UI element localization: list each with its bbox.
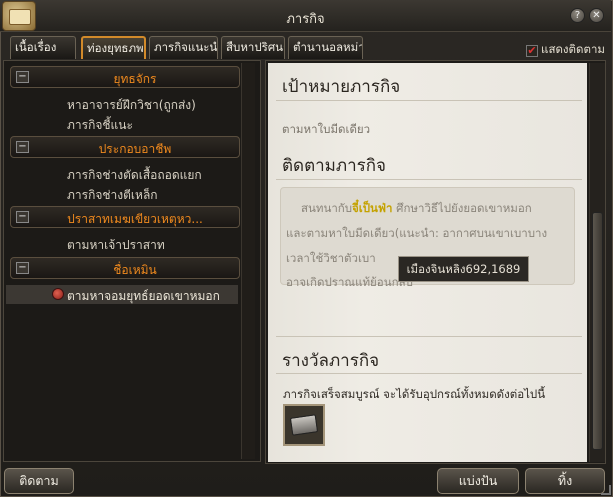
category-profession[interactable]: − ประกอบอาชีพ [10,136,240,158]
quest-item[interactable]: ตามหาเจ้าปราสาท [67,236,165,255]
divider [276,179,582,180]
checkmark-icon[interactable]: ✔ [526,45,539,57]
description-line-1: สนทนากับจี๋เป็นฟ่า ศึกษาวิธีไปยังยอดเขาห… [301,200,532,218]
divider [276,373,582,374]
resize-handle[interactable] [601,485,611,495]
track-heading: ติดตามภารกิจ [282,156,387,176]
track-button[interactable]: ติดตาม [4,468,74,494]
show-tracking-toggle[interactable]: ✔ แสดงติดตาม [526,41,605,59]
help-button[interactable]: ? [570,8,585,23]
abandon-button[interactable]: ทิ้ง [525,468,605,494]
goal-heading: เป้าหมายภารกิจ [282,77,401,97]
category-label: ปราสาทเมฆเขียวเหตุหว... [67,212,203,226]
divider [276,100,582,101]
category-wuxia[interactable]: − ยุทธจักร [10,66,240,88]
collapse-icon[interactable]: − [16,211,29,223]
reward-heading: รางวัลภารกิจ [282,351,380,371]
collapse-icon[interactable]: − [16,71,29,83]
show-tracking-label: แสดงติดตาม [541,42,605,56]
goal-text: ตามหาใบมีดเดียว [282,122,371,136]
quest-item-selected[interactable]: ตามหาจอมยุทธ์ยอดเขาหมอก [6,285,238,304]
divider [276,336,582,337]
category-castle[interactable]: − ปราสาทเมฆเขียวเหตุหว... [10,206,240,228]
collapse-icon[interactable]: − [16,141,29,153]
category-reputation[interactable]: − ชื่อเหมิน [10,257,240,279]
tab-mystery[interactable]: สืบหาปริศนา [221,36,285,59]
description-text: ศึกษาวิธีไปยังยอดเขาหมอก [392,201,532,215]
window-title: ภารกิจ [286,12,325,27]
tab-bar: เนื้อเรื่อง ท่องยุทธภพ ภารกิจแนะนำ สืบหา… [0,33,611,59]
close-button[interactable]: ✕ [589,8,604,23]
tab-story[interactable]: เนื้อเรื่อง [10,36,76,59]
category-label: ประกอบอาชีพ [98,142,172,156]
reward-item-slot[interactable] [283,404,325,446]
share-button[interactable]: แบ่งปัน [437,468,519,494]
npc-link[interactable]: จี๋เป็นฟ่า [352,201,392,215]
quest-item[interactable]: ภารกิจช่างตัดเสื้อถอดแยก [67,166,202,185]
collapse-icon[interactable]: − [16,262,29,274]
category-label: ยุทธจักร [113,72,157,86]
tab-recommended[interactable]: ภารกิจแนะนำ [149,36,218,59]
detail-scrollbar-thumb[interactable] [592,212,603,450]
location-tooltip: เมืองจินหลิง692,1689 [398,256,529,282]
quest-item[interactable]: หาอาจารย์ฝึกวิชา(ถูกส่ง) [67,96,196,115]
quest-marker-icon [52,288,64,300]
reward-text: ภารกิจเสร็จสมบูรณ์ จะได้รับอุปกรณ์ทั้งหม… [283,387,546,401]
description-line-2: และตามหาใบมีดเดียว(แนะนำ: อากาศบนเขาเบาบ… [286,226,548,240]
quest-item-label: ตามหาจอมยุทธ์ยอดเขาหมอก [67,289,220,303]
description-line-4: อาจเกิดปราณแท้ย้อนกลับ [286,275,413,289]
tab-legend[interactable]: ตำนานอลหม่าน [288,36,363,59]
quest-item[interactable]: ภารกิจช่างตีเหล็ก [67,186,158,205]
description-line-3: เวลาใช้วิชาตัวเบา [286,251,376,265]
item-box-icon [289,414,319,436]
description-text: สนทนากับ [301,201,353,215]
quest-item[interactable]: ภารกิจชี้แนะ [67,116,133,135]
category-label: ชื่อเหมิน [113,263,157,277]
quest-list-scrollbar[interactable] [241,63,255,459]
tab-jianghu[interactable]: ท่องยุทธภพ [81,36,146,59]
